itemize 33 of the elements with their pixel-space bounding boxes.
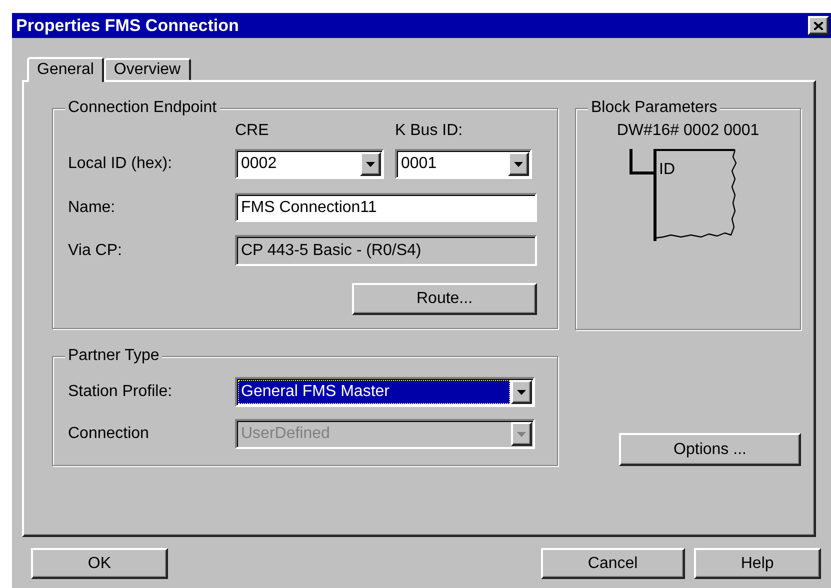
tab[interactable]: Overview [104,58,191,80]
dropdown-field[interactable]: General FMS Master [235,377,535,407]
caret-icon [517,390,526,394]
read-only-field: CP 443-5 Basic - (R0/S4) [235,235,537,266]
tab[interactable]: General [27,57,104,82]
field-label: K Bus ID: [395,121,463,141]
push-button[interactable]: OK [31,548,168,579]
group-title: Partner Type [65,346,162,366]
dropdown-field[interactable]: 0001 [395,149,532,179]
field-label: Via CP: [68,240,123,260]
pin-label: ID [659,161,675,179]
field-label: Connection [68,424,150,444]
group-title: Connection Endpoint [65,98,220,118]
dropdown-button[interactable] [508,152,529,176]
text-input[interactable]: FMS Connection11 [235,193,537,222]
caret-icon [366,162,375,166]
close-button[interactable] [808,16,829,35]
caret-icon [517,432,526,436]
field-label: Name: [68,198,116,218]
push-button[interactable]: Options ... [619,433,801,466]
dropdown-button[interactable] [511,380,532,404]
close-icon [814,22,823,30]
window-title: Properties FMS Connection [16,14,239,37]
field-label: Local ID (hex): [68,154,174,174]
field-label: CRE [235,121,270,141]
dropdown-button[interactable] [360,152,381,176]
push-button[interactable]: Route... [352,283,537,315]
push-button[interactable]: Cancel [540,548,685,579]
dropdown-field[interactable]: 0002 [235,149,384,179]
field-label: Station Profile: [68,382,174,402]
caret-icon [514,162,523,166]
push-button[interactable]: Help [694,548,821,579]
parameter-value: DW#16# 0002 0001 [616,121,760,141]
